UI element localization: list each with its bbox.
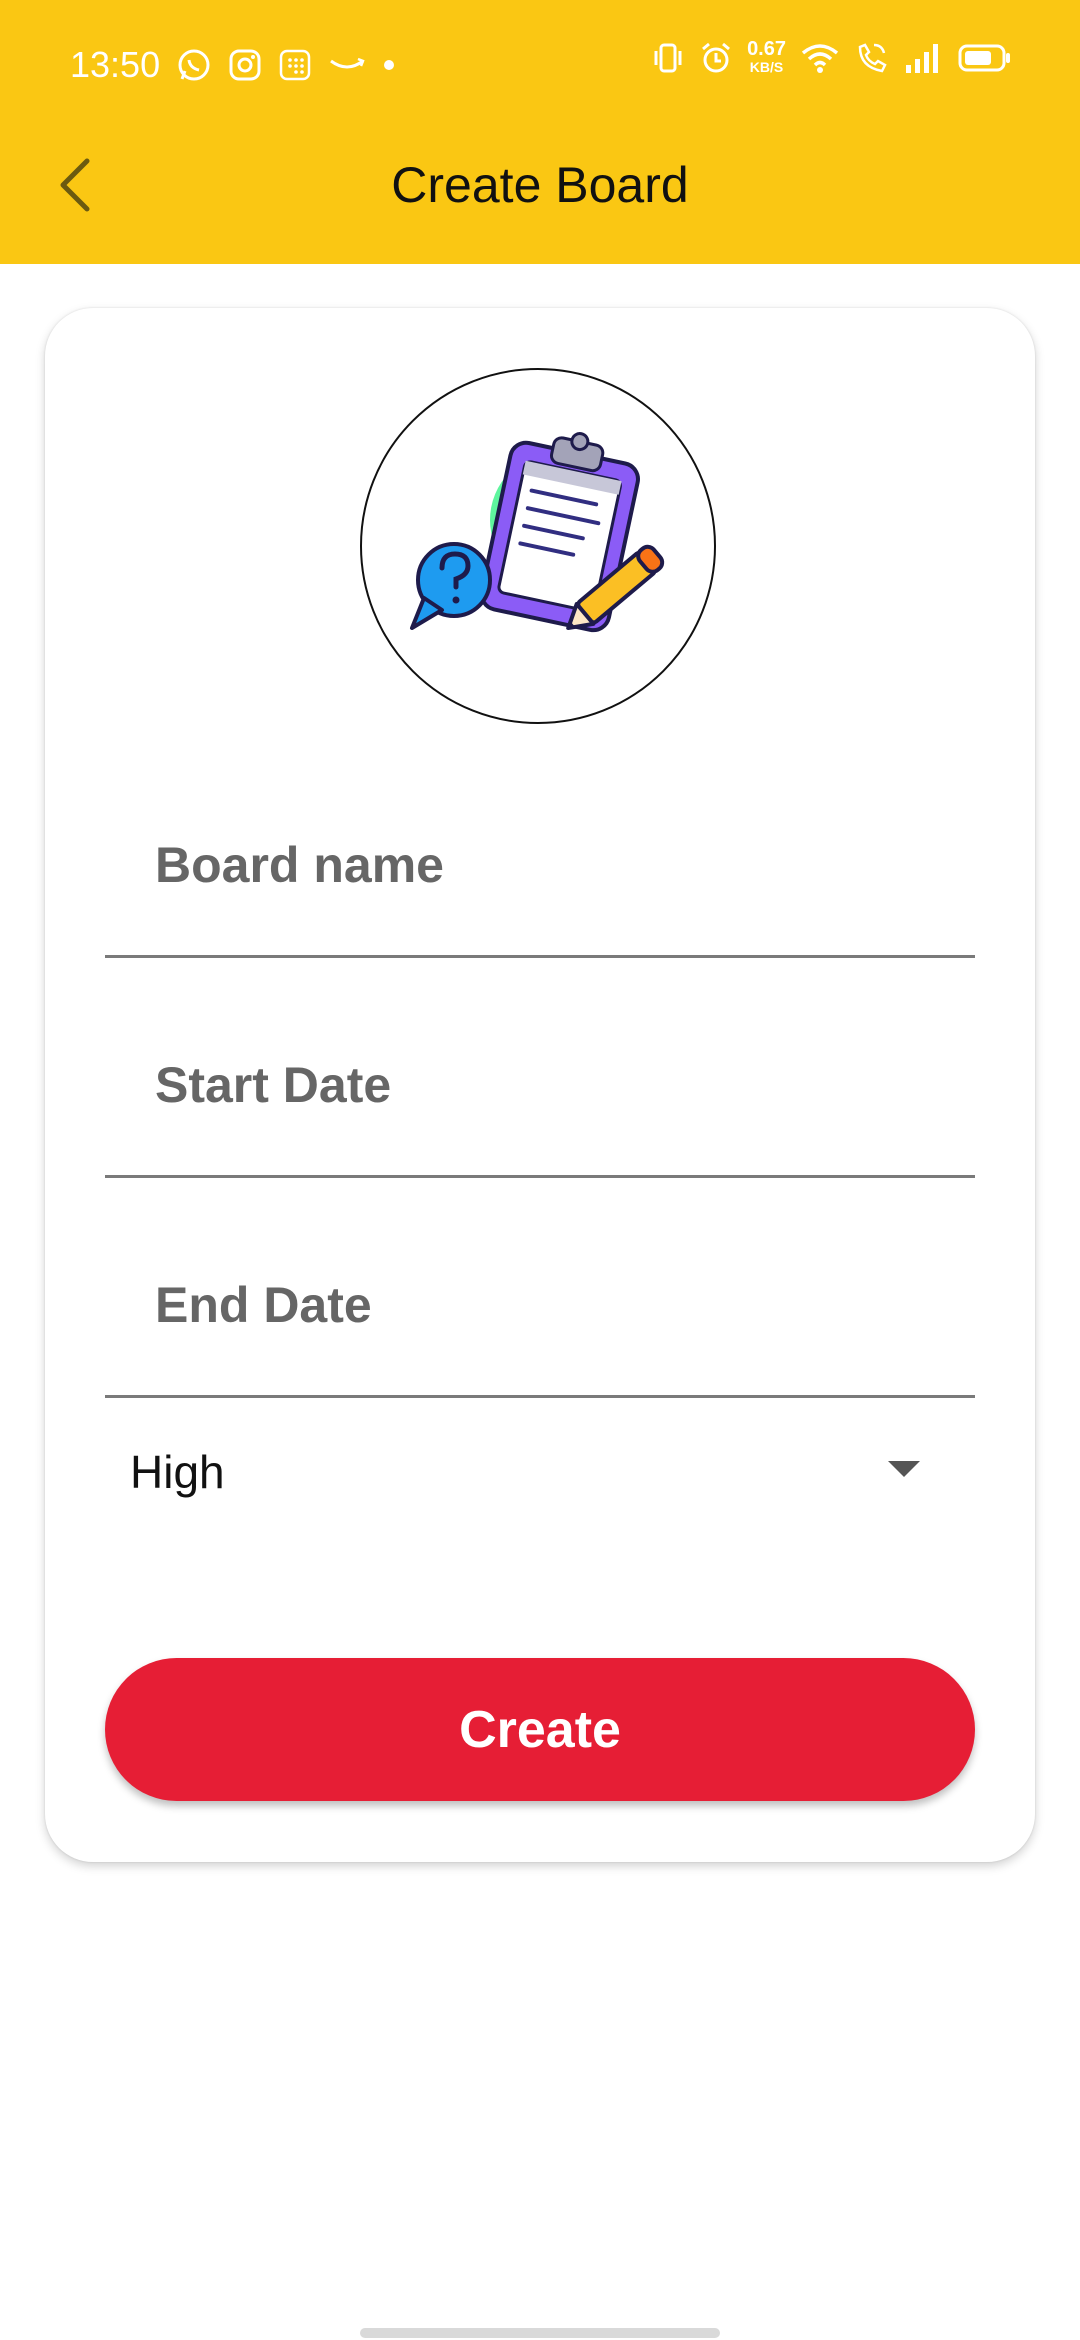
priority-selected-value: High [130, 1446, 225, 1498]
wifi-calling-icon [854, 41, 890, 75]
status-bar: 13:50 0.67 KB/S [0, 30, 1080, 102]
create-board-card: High Create [45, 308, 1035, 1862]
alarm-icon [699, 41, 733, 75]
network-speed-value: 0.67 [747, 38, 786, 60]
dot-icon [382, 58, 396, 72]
network-speed: 0.67 KB/S [747, 38, 786, 76]
vibrate-icon [651, 41, 685, 75]
create-button[interactable]: Create [105, 1658, 975, 1801]
board-name-field [105, 755, 975, 958]
page-title: Create Board [391, 157, 689, 213]
status-time: 13:50 [70, 44, 161, 85]
sim-toolkit-icon [278, 48, 312, 82]
start-date-field [105, 975, 975, 1178]
start-date-input[interactable] [155, 1045, 935, 1125]
whatsapp-icon [176, 47, 212, 83]
amazon-icon [328, 55, 366, 75]
app-bar: Create Board [0, 110, 1080, 264]
battery-icon [958, 42, 1012, 74]
dropdown-arrow-icon [888, 1461, 920, 1477]
instagram-icon [228, 48, 262, 82]
end-date-field [105, 1195, 975, 1398]
end-date-input[interactable] [155, 1265, 935, 1345]
clipboard-illustration [410, 432, 665, 633]
network-speed-unit: KB/S [749, 59, 784, 75]
signal-icon [904, 41, 944, 75]
board-illustration [360, 368, 716, 724]
wifi-icon [800, 41, 840, 75]
priority-dropdown[interactable]: High [105, 1423, 975, 1533]
home-indicator[interactable] [360, 2328, 720, 2338]
top-bar: 13:50 0.67 KB/S Create Board [0, 0, 1080, 264]
board-name-input[interactable] [155, 825, 935, 905]
